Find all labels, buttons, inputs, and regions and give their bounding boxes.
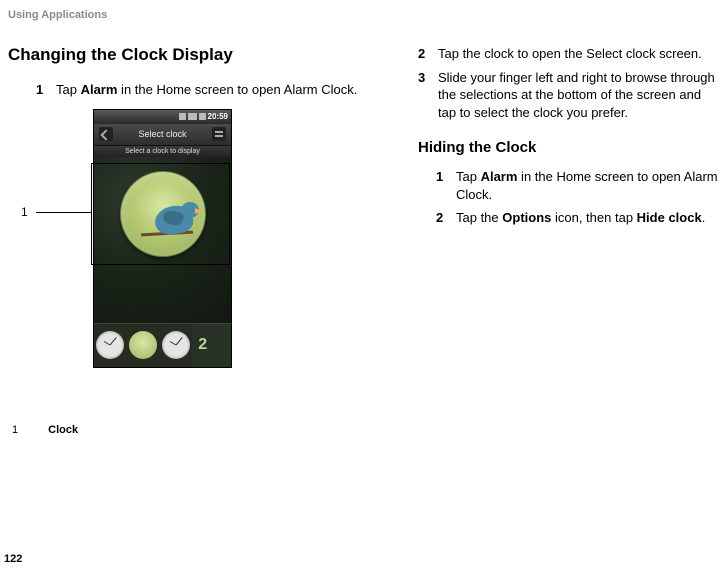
step-item: 3 Slide your finger left and right to br…	[418, 69, 718, 122]
step-text: Slide your finger left and right to brow…	[438, 69, 718, 122]
step-text: Tap Alarm in the Home screen to open Ala…	[456, 168, 718, 203]
clock-thumbnail-bird	[127, 323, 160, 367]
step-number: 3	[418, 69, 438, 122]
step-item: 2 Tap the clock to open the Select clock…	[418, 45, 718, 63]
step-number: 1	[436, 168, 456, 203]
signal-icon	[188, 113, 197, 120]
bold-term: Alarm	[81, 82, 118, 97]
bold-term: Hide clock	[637, 210, 702, 225]
left-column: Changing the Clock Display 1 Tap Alarm i…	[8, 45, 388, 436]
status-time: 20:59	[208, 112, 228, 121]
step-text: Tap the clock to open the Select clock s…	[438, 45, 718, 63]
subtitle-bar: Select a clock to display	[94, 146, 231, 157]
usb-icon	[179, 113, 186, 120]
text-span: Tap	[456, 169, 481, 184]
bold-term: Options	[502, 210, 551, 225]
clock-thumbnails-row: 2	[94, 323, 231, 367]
callout-number: 1	[21, 205, 28, 219]
text-span: Tap the	[456, 210, 502, 225]
text-span: Tap	[56, 82, 81, 97]
text-span: in the Home screen to open Alarm Clock.	[117, 82, 357, 97]
callout-line	[36, 212, 92, 213]
step-item: 2 Tap the Options icon, then tap Hide cl…	[436, 209, 718, 227]
clock-thumbnail-analog-1	[94, 323, 127, 367]
analog-face-icon	[96, 331, 124, 359]
legend-row: 1 Clock	[12, 424, 388, 436]
battery-icon	[199, 113, 206, 120]
phone-illustration-wrap: 1 20:59 Select clock Select a clock to	[93, 109, 313, 368]
title-bar: Select clock	[94, 124, 231, 146]
right-column: 2 Tap the clock to open the Select clock…	[418, 45, 718, 436]
page-number: 122	[4, 553, 22, 565]
step-number: 2	[418, 45, 438, 63]
status-bar: 20:59	[94, 110, 231, 124]
step-number: 1	[36, 81, 56, 99]
phone-screenshot: 20:59 Select clock Select a clock to dis…	[93, 109, 232, 368]
legend-number: 1	[12, 424, 18, 436]
bird-clock-icon	[129, 331, 157, 359]
clock-thumbnail-digital: 2	[192, 323, 231, 367]
title-bar-text: Select clock	[138, 129, 186, 139]
bird-beak-graphic	[195, 208, 202, 214]
step-number: 2	[436, 209, 456, 227]
bold-term: Alarm	[481, 169, 518, 184]
back-icon	[99, 127, 113, 141]
menu-icon	[212, 127, 226, 141]
section-heading-hiding: Hiding the Clock	[418, 139, 718, 156]
digital-preview-text: 2	[198, 336, 207, 354]
clock-area: 2	[94, 157, 231, 367]
step-item: 1 Tap Alarm in the Home screen to open A…	[36, 81, 388, 99]
header-section-title: Using Applications	[8, 9, 718, 21]
step-text: Tap the Options icon, then tap Hide cloc…	[456, 209, 718, 227]
text-span: .	[702, 210, 706, 225]
step-text: Tap Alarm in the Home screen to open Ala…	[56, 81, 388, 99]
step-item: 1 Tap Alarm in the Home screen to open A…	[436, 168, 718, 203]
section-heading-changing: Changing the Clock Display	[8, 45, 388, 65]
clock-thumbnail-analog-2	[160, 323, 193, 367]
text-span: icon, then tap	[551, 210, 636, 225]
legend-label: Clock	[48, 424, 78, 436]
big-clock-face	[120, 171, 206, 257]
analog-face-icon	[162, 331, 190, 359]
